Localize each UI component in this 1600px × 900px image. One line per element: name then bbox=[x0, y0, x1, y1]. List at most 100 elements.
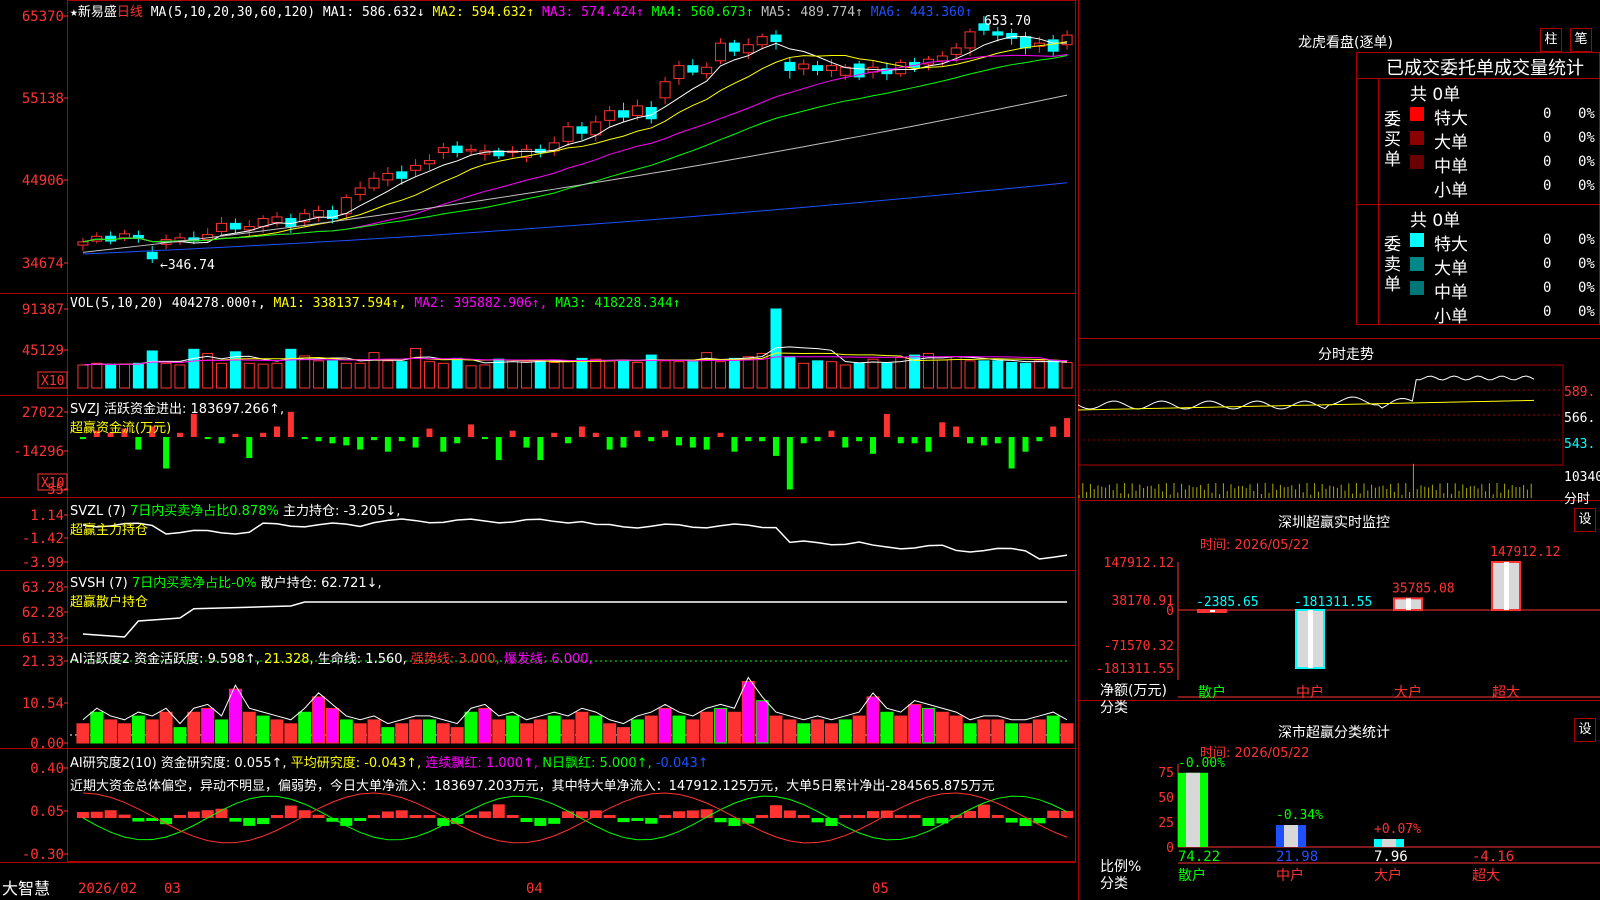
x10-badge-text: X10 bbox=[41, 374, 64, 389]
ai1-bar bbox=[395, 723, 409, 744]
ai2-bar bbox=[423, 815, 436, 818]
classify-category-label: 超大 bbox=[1472, 868, 1500, 884]
color-swatch-icon bbox=[1410, 155, 1424, 169]
ai1-bar bbox=[256, 715, 270, 744]
svzl-header: SVZL (7) 7日内买卖净占比0.878% 主力持仓: -3.205↓, 超… bbox=[70, 500, 400, 538]
lhkp-row-value: 0 bbox=[1543, 256, 1552, 272]
candle-body bbox=[659, 81, 671, 99]
volume-bar bbox=[257, 363, 269, 389]
lhkp-header: 已成交委托单成交量统计 bbox=[1386, 58, 1584, 79]
volume-bar bbox=[992, 360, 1004, 389]
main-chart-area[interactable]: 65370 55138 44906 34674 91387 45129 27022 -1429… bbox=[0, 0, 1077, 880]
classify-title: 深市超赢分类统计 bbox=[1278, 725, 1390, 741]
candle-body bbox=[687, 65, 699, 73]
vol-value: 404278.000↑, bbox=[171, 296, 266, 311]
ai1-bar bbox=[811, 719, 825, 744]
svzj-bar bbox=[343, 437, 350, 446]
stock-name[interactable]: 新易盛 bbox=[78, 5, 117, 20]
candle bbox=[77, 237, 89, 251]
ai1-bar bbox=[131, 715, 145, 744]
classify-change-label: -0.34% bbox=[1276, 808, 1323, 823]
ai2-bar bbox=[354, 818, 367, 821]
svzj-bar bbox=[1008, 437, 1015, 469]
volume-bar bbox=[936, 359, 948, 389]
ai2-bar bbox=[201, 810, 214, 818]
ai1-bar bbox=[852, 715, 866, 744]
ai1-bar bbox=[977, 719, 991, 744]
vol-header: VOL(5,10,20) 404278.000↑, MA1: 338137.59… bbox=[70, 296, 681, 311]
classify-y-tick: 0 bbox=[1166, 841, 1174, 856]
volume-bar bbox=[1061, 361, 1073, 389]
ai2-label: AI研究度2(10) 资金研究度: 0.055↑, bbox=[70, 756, 287, 771]
volume-bar bbox=[812, 360, 824, 389]
main-y-tick: 65370 bbox=[22, 9, 64, 25]
svzl-label: SVZL (7) bbox=[70, 504, 126, 519]
ai1-bar bbox=[547, 715, 561, 744]
ai2-y-tick: 0.40 bbox=[30, 761, 64, 777]
ai1-bar bbox=[1060, 723, 1074, 744]
ai1-v2: 21.328, bbox=[264, 652, 314, 667]
volume-bar bbox=[728, 357, 740, 389]
volume-bar bbox=[604, 360, 616, 389]
svzj-bar bbox=[578, 426, 585, 437]
svzj-bar bbox=[287, 411, 294, 437]
svzj-bar bbox=[592, 432, 599, 437]
candle bbox=[146, 245, 158, 263]
ai1-bar bbox=[963, 723, 977, 744]
ai2-bar bbox=[756, 815, 769, 818]
svsh-y-tick: 62.28 bbox=[22, 605, 64, 621]
ai2-bar bbox=[534, 818, 547, 826]
ma4-value: MA4: 560.673↑ bbox=[651, 5, 754, 20]
candle-body bbox=[812, 65, 824, 71]
monitor-title: 深圳超赢实时监控 bbox=[1278, 515, 1390, 531]
ai1-bar bbox=[270, 719, 284, 744]
svzj-bar bbox=[842, 437, 849, 448]
monitor-settings-button[interactable]: 设 bbox=[1574, 508, 1596, 532]
candle-body bbox=[146, 251, 158, 260]
brand-logo: 大智慧 bbox=[2, 879, 51, 898]
lhkp-row-buy: 大单 0 0% bbox=[1410, 128, 1600, 153]
lhkp-row-percent: 0% bbox=[1578, 106, 1595, 122]
monitor-bar-highlight bbox=[1406, 598, 1411, 610]
tick-mode-button[interactable]: 笔 bbox=[1570, 28, 1592, 52]
main-chart-header: ★新易盛日线 MA(5,10,20,30,60,120) MA1: 586.63… bbox=[70, 1, 973, 20]
monitor-category-label: 中户 bbox=[1296, 684, 1324, 701]
volume-bar bbox=[396, 361, 408, 389]
ai2-bar bbox=[783, 810, 796, 818]
ai1-bar bbox=[617, 727, 631, 744]
ai1-bar bbox=[145, 719, 159, 744]
lhkp-title: 龙虎看盘(逐单) bbox=[1298, 35, 1393, 51]
ai2-bar bbox=[381, 811, 394, 818]
ai2-bar bbox=[645, 818, 658, 824]
ai1-bar bbox=[866, 696, 880, 744]
candle-body bbox=[382, 172, 394, 181]
ai1-bar bbox=[686, 719, 700, 744]
period-label[interactable]: 日线 bbox=[117, 5, 143, 20]
ai1-bar bbox=[187, 711, 201, 744]
ai1-bar bbox=[339, 719, 353, 744]
vol-label: VOL(5,10,20) bbox=[70, 296, 164, 311]
candle bbox=[825, 59, 837, 77]
monitor-bar-highlight bbox=[1308, 610, 1313, 668]
ai1-bar bbox=[644, 715, 658, 744]
volume-bar bbox=[119, 363, 131, 389]
ai1-bar bbox=[533, 719, 547, 744]
ai2-bar bbox=[312, 814, 325, 818]
svzj-bar bbox=[939, 422, 946, 437]
candle bbox=[812, 60, 824, 76]
ai2-nday: N日飘红: 5.000↑, bbox=[542, 756, 652, 771]
lhkp-row-sell: 中单 0 0% bbox=[1410, 278, 1600, 303]
volume-bar bbox=[715, 361, 727, 389]
fenshi-price-line bbox=[1078, 375, 1535, 410]
classify-settings-button[interactable]: 设 bbox=[1574, 718, 1596, 742]
bar-mode-button[interactable]: 柱 bbox=[1540, 28, 1562, 52]
fenshi-avg-line bbox=[1078, 399, 1535, 411]
svzj-bar bbox=[648, 437, 655, 442]
classify-bar-highlight bbox=[1284, 825, 1298, 847]
classify-category-label: 散户 bbox=[1178, 867, 1206, 884]
svzj-bar bbox=[454, 437, 461, 444]
candle bbox=[562, 121, 574, 147]
volume-bar bbox=[326, 360, 338, 389]
classify-y-tick: 75 bbox=[1158, 766, 1174, 781]
svzl-pct: 7日内买卖净占比0.878% bbox=[129, 504, 279, 519]
